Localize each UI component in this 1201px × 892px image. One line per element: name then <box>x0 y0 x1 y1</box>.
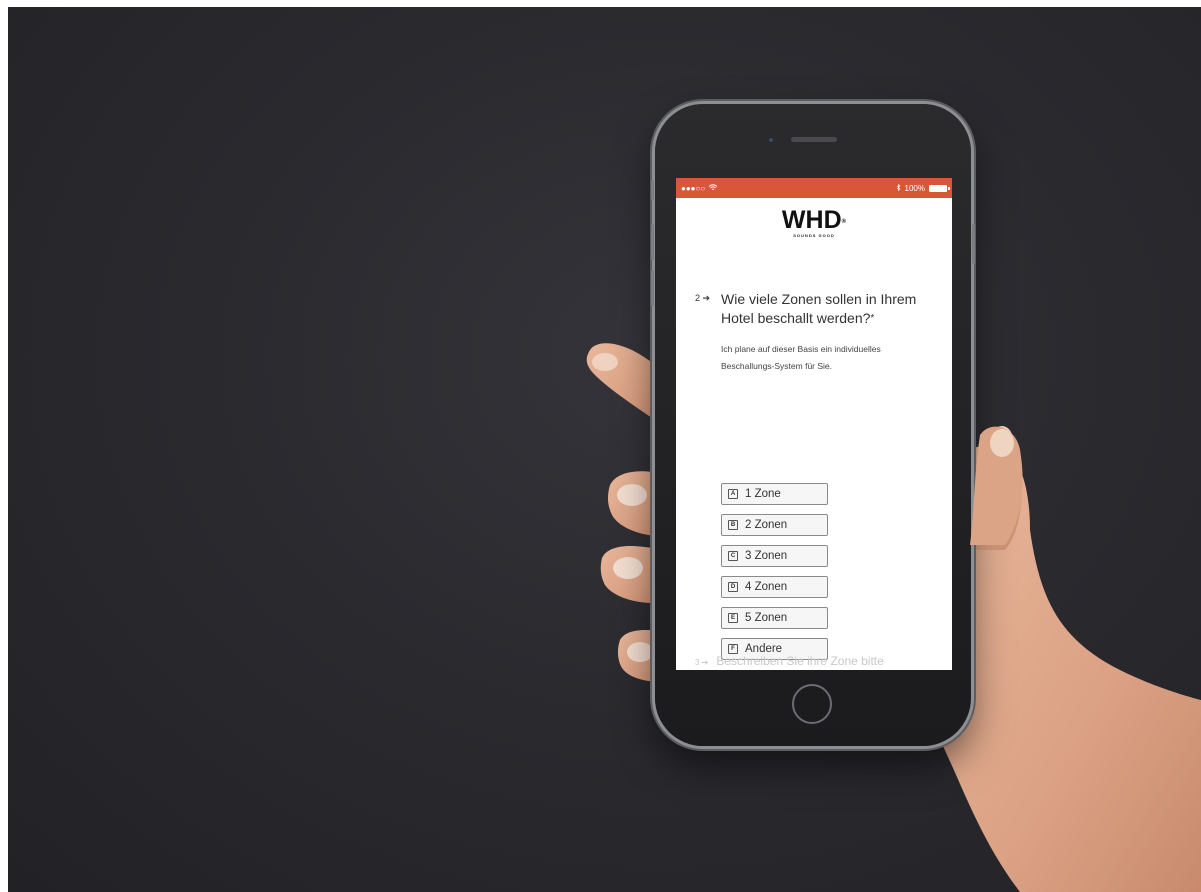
option-key: B <box>728 520 738 530</box>
power-button <box>972 224 975 264</box>
option-label: 4 Zonen <box>745 581 788 593</box>
volume-down-button <box>651 270 654 306</box>
question-title: Wie viele Zonen sollen in Ihrem Hotel be… <box>721 291 917 326</box>
option-key: F <box>728 644 738 654</box>
earpiece-speaker <box>791 137 837 142</box>
battery-percentage: 100% <box>904 183 925 193</box>
battery-icon <box>929 184 950 192</box>
option-label: 3 Zonen <box>745 550 788 562</box>
option-label: 2 Zonen <box>745 519 788 531</box>
bluetooth-icon <box>896 183 901 193</box>
question-description: Ich plane auf dieser Basis ein individue… <box>721 344 881 371</box>
next-question-title: Beschreiben Sie ihre Zone bitte <box>716 654 884 668</box>
status-bar: ●●●○○ 100% <box>676 178 952 198</box>
option-3-zonen[interactable]: C 3 Zonen <box>721 545 828 567</box>
next-question-number: 3 ➔ <box>695 658 709 667</box>
option-label: 1 Zone <box>745 488 781 500</box>
next-question-preview[interactable]: 3 ➔ Beschreiben Sie ihre Zone bitte <box>695 654 884 668</box>
home-button[interactable] <box>792 684 832 724</box>
mute-switch <box>651 180 654 200</box>
trademark-symbol: ® <box>841 219 847 225</box>
option-key: E <box>728 613 738 623</box>
iphone-device: ●●●○○ 100% WHD® SOUNDS GOOD 2 ➔ Wie viel… <box>651 104 975 746</box>
option-2-zonen[interactable]: B 2 Zonen <box>721 514 828 536</box>
volume-up-button <box>651 224 654 260</box>
whd-logo: WHD® SOUNDS GOOD <box>676 206 952 239</box>
front-camera <box>767 136 775 144</box>
phone-screen: ●●●○○ 100% WHD® SOUNDS GOOD 2 ➔ Wie viel… <box>676 178 952 670</box>
option-key: D <box>728 582 738 592</box>
option-4-zonen[interactable]: D 4 Zonen <box>721 576 828 598</box>
question-block: 2 ➔ Wie viele Zonen sollen in Ihrem Hote… <box>695 290 925 375</box>
signal-icon: ●●●○○ <box>681 183 706 193</box>
logo-brand: WHD® <box>781 206 847 234</box>
required-marker: * <box>870 313 875 324</box>
option-1-zone[interactable]: A 1 Zone <box>721 483 828 505</box>
answer-options: A 1 Zone B 2 Zonen C 3 Zonen D 4 Zonen E 5 Zo… <box>721 483 828 669</box>
option-key: A <box>728 489 738 499</box>
option-5-zonen[interactable]: E 5 Zonen <box>721 607 828 629</box>
logo-tagline: SOUNDS GOOD <box>793 233 835 238</box>
option-key: C <box>728 551 738 561</box>
wifi-icon <box>708 183 718 193</box>
question-number: 2 ➔ <box>695 293 711 303</box>
option-label: 5 Zonen <box>745 612 788 624</box>
